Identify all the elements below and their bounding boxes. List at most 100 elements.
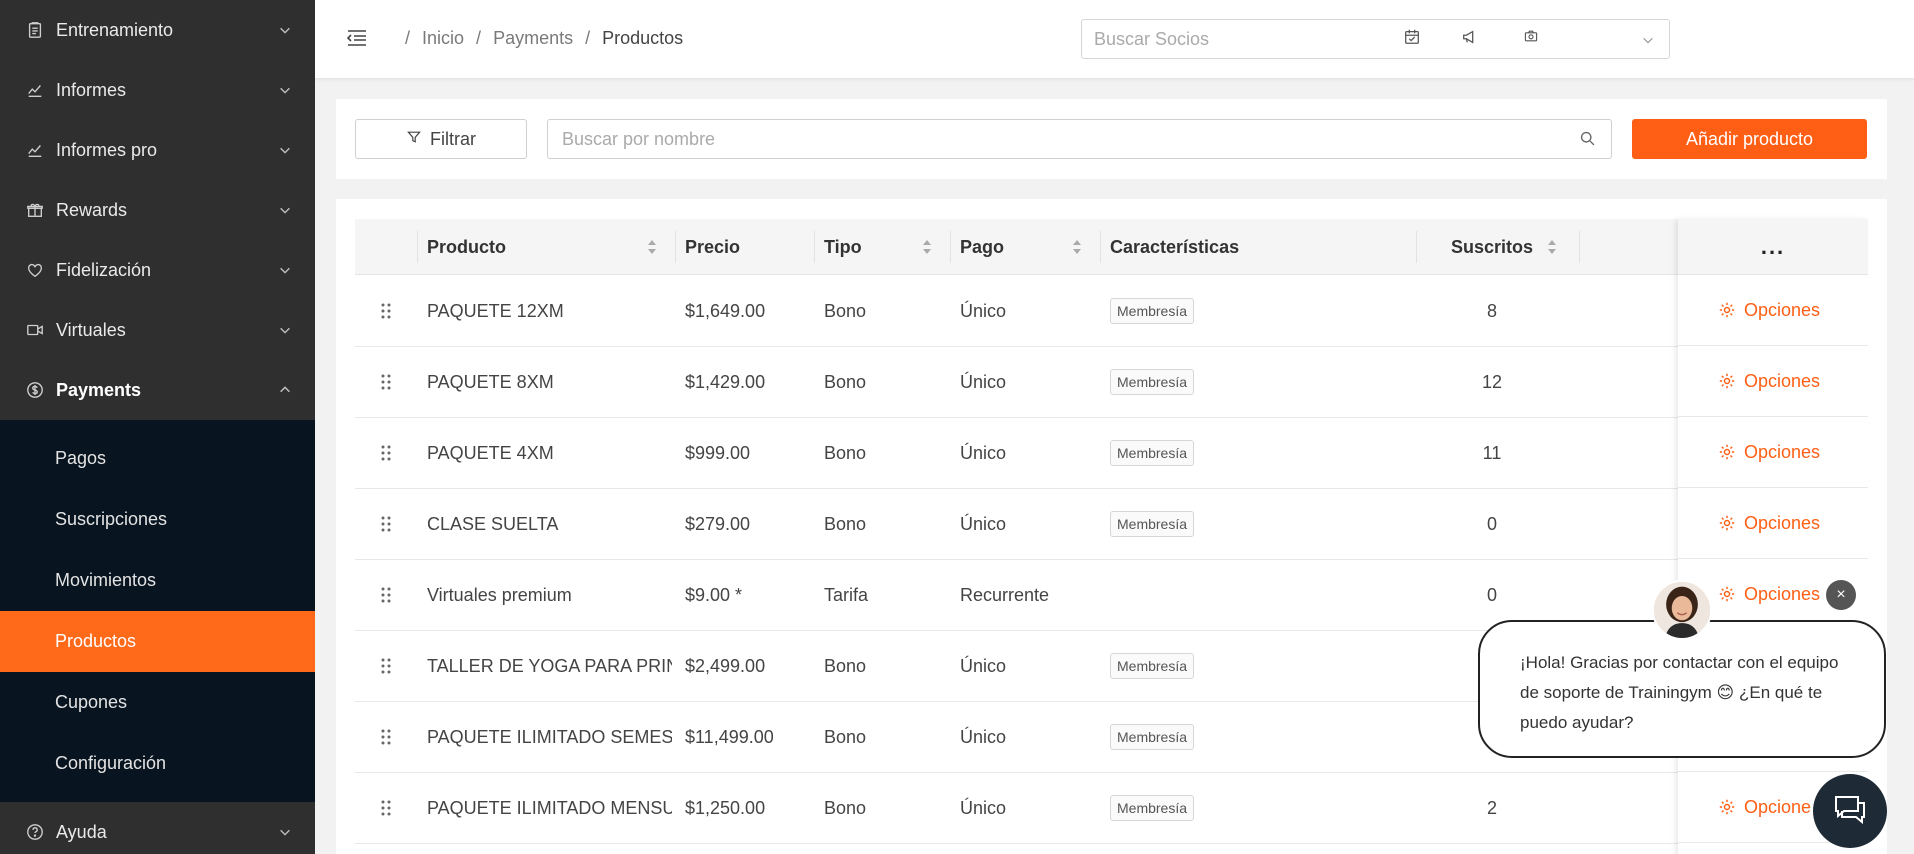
sidebar-subitem-productos[interactable]: Productos [0, 611, 315, 672]
breadcrumb-current: Productos [602, 28, 684, 48]
feature-badge: Membresía [1110, 653, 1195, 679]
sidebar-item-rewards[interactable]: Rewards [0, 180, 315, 240]
sidebar-subitem-pagos[interactable]: Pagos [0, 428, 315, 489]
sidebar-subitem-suscripciones[interactable]: Suscripciones [0, 489, 315, 550]
drag-handle-icon[interactable] [379, 773, 399, 843]
feature-badge: Membresía [1110, 795, 1195, 821]
column-header-producto[interactable]: Producto [427, 219, 667, 275]
row-options-button[interactable]: Opciones [1678, 346, 1868, 417]
member-search-select[interactable]: Buscar Socios [1081, 19, 1670, 59]
sidebar-subitem-movimientos[interactable]: Movimientos [0, 550, 315, 611]
gear-icon [1718, 514, 1736, 532]
options-label: Opciones [1744, 441, 1821, 462]
sidebar-subitem-configuración[interactable]: Configuración [0, 733, 315, 794]
sidebar-item-payments[interactable]: Payments [0, 360, 315, 420]
filter-icon [406, 129, 422, 150]
sidebar-item-informes-pro[interactable]: Informes pro [0, 120, 315, 180]
cell-tipo: Bono [824, 300, 867, 321]
gear-icon [1718, 443, 1736, 461]
sidebar-item-informes[interactable]: Informes [0, 60, 315, 120]
column-options-more-icon[interactable]: ... [1678, 219, 1868, 275]
column-header-pago[interactable]: Pago [960, 219, 1092, 275]
cell-producto: PAQUETE 12XM [427, 300, 564, 321]
sidebar-item-ayuda[interactable]: Ayuda [0, 802, 315, 854]
cell-suscritos: 12 [1481, 371, 1503, 392]
table-row[interactable]: PAQUETE ILIMITADO MENSUAL 1... $1,250.00 B… [355, 773, 1867, 844]
options-label: Opciones [1744, 583, 1821, 604]
gear-icon [1718, 798, 1736, 816]
chat-message-bubble: ¡Hola! Gracias por contactar con el equi… [1478, 620, 1886, 758]
chevron-down-icon [277, 824, 293, 840]
drag-handle-icon[interactable] [379, 702, 399, 772]
gear-icon [1718, 372, 1736, 390]
cell-suscritos: 8 [1486, 300, 1497, 321]
dollar-circle-icon [24, 379, 46, 401]
cell-pago: Único [960, 726, 1007, 747]
column-header-caracteristicas[interactable]: Características [1110, 219, 1400, 275]
sort-icon[interactable] [922, 239, 932, 255]
drag-handle-icon[interactable] [379, 631, 399, 701]
drag-handle-icon[interactable] [379, 276, 399, 346]
row-options-button[interactable]: Opciones [1678, 417, 1868, 488]
sidebar-item-virtuales[interactable]: Virtuales [0, 300, 315, 360]
sidebar-item-fidelización[interactable]: Fidelización [0, 240, 315, 300]
chat-launcher-button[interactable] [1813, 774, 1887, 848]
options-label: Opciones [1744, 512, 1821, 533]
chat-close-button[interactable]: × [1826, 580, 1856, 610]
cell-tipo: Tarifa [824, 584, 869, 605]
drag-handle-icon[interactable] [379, 489, 399, 559]
table-row[interactable]: PAQUETE 8XM $1,429.00 Bono Único Membresía 12 [355, 347, 1867, 418]
sidebar-item-label: Virtuales [56, 319, 126, 340]
row-options-button[interactable]: Opciones [1678, 488, 1868, 559]
sidebar-subitem-cupones[interactable]: Cupones [0, 672, 315, 733]
options-label: Opciones [1744, 299, 1821, 320]
table-row[interactable]: PAQUETE 12XM $1,649.00 Bono Único Membresía 8 [355, 276, 1867, 347]
name-search-input[interactable]: Buscar por nombre [547, 119, 1612, 159]
sidebar-item-label: Rewards [56, 199, 128, 220]
cell-caracteristicas: Membresía [1110, 418, 1400, 488]
camera-icon[interactable] [1523, 28, 1545, 50]
video-icon [24, 319, 46, 341]
table-row[interactable]: PAQUETE 4XM $999.00 Bono Único Membresía 11 [355, 418, 1867, 489]
cell-tipo: Bono [824, 726, 867, 747]
cell-caracteristicas: Membresía [1110, 631, 1400, 701]
menu-collapse-icon[interactable] [345, 26, 371, 52]
gear-icon [1718, 585, 1736, 603]
filter-button[interactable]: Filtrar [355, 119, 527, 159]
row-options-button[interactable]: Opciones [1678, 275, 1868, 346]
breadcrumb-payments[interactable]: Payments [493, 28, 573, 49]
sort-icon[interactable] [1547, 239, 1557, 255]
sidebar-item-label: Informes [56, 79, 127, 100]
cell-precio: $9.00 * [685, 584, 743, 605]
line-chart-icon [24, 139, 46, 161]
filter-bar: Filtrar Buscar por nombre Añadir product… [336, 99, 1887, 179]
column-header-suscritos[interactable]: Suscritos [1417, 219, 1567, 275]
gift-icon [24, 199, 46, 221]
drag-handle-icon[interactable] [379, 560, 399, 630]
column-header-precio[interactable]: Precio [685, 219, 805, 275]
search-icon[interactable] [1579, 130, 1597, 148]
drag-handle-icon[interactable] [379, 418, 399, 488]
column-header-tipo[interactable]: Tipo [824, 219, 942, 275]
support-agent-avatar [1652, 580, 1712, 640]
feature-badge: Membresía [1110, 298, 1195, 324]
drag-handle-icon[interactable] [379, 347, 399, 417]
cell-pago: Único [960, 513, 1007, 534]
sort-icon[interactable] [1072, 239, 1082, 255]
cell-producto: TALLER DE YOGA PARA PRINCIPI... [427, 655, 672, 676]
sort-icon[interactable] [647, 239, 657, 255]
breadcrumb-inicio[interactable]: Inicio [422, 28, 464, 49]
filter-label: Filtrar [430, 128, 476, 149]
sidebar-item-entrenamiento[interactable]: Entrenamiento [0, 0, 315, 60]
cell-pago: Único [960, 442, 1007, 463]
cell-suscritos: 0 [1486, 513, 1497, 534]
megaphone-icon[interactable] [1461, 28, 1483, 50]
chevron-down-icon [277, 322, 293, 338]
chevron-down-icon [1641, 31, 1657, 47]
calendar-check-icon[interactable] [1403, 28, 1425, 50]
add-product-button[interactable]: Añadir producto [1632, 119, 1867, 159]
cell-suscritos: 2 [1486, 797, 1497, 818]
options-label: Opcione [1744, 796, 1812, 817]
feature-badge: Membresía [1110, 724, 1195, 750]
table-row[interactable]: CLASE SUELTA $279.00 Bono Único Membresía 0 [355, 489, 1867, 560]
